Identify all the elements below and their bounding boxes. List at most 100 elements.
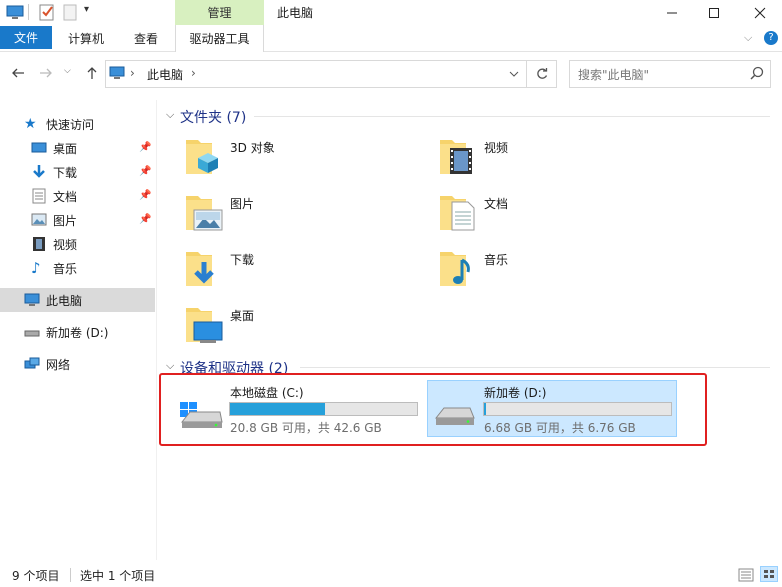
divider <box>28 4 29 20</box>
minimize-icon <box>667 12 677 13</box>
arrow-left-icon <box>12 68 24 78</box>
pin-icon[interactable]: 📌 <box>139 142 151 154</box>
nav-label: 音乐 <box>53 261 78 276</box>
nav-documents[interactable]: 文档 📌 <box>0 184 155 208</box>
divider <box>300 367 770 368</box>
nav-label: 图片 <box>53 213 78 228</box>
search-icon[interactable] <box>750 66 764 83</box>
breadcrumb-this-pc[interactable]: 此电脑 <box>147 66 183 83</box>
properties-icon[interactable] <box>38 3 56 21</box>
drive-d-name[interactable]: 新加卷 (D:) <box>484 384 546 401</box>
folder-label[interactable]: 3D 对象 <box>230 139 275 156</box>
tab-computer[interactable]: 计算机 <box>68 30 104 47</box>
folder-label[interactable]: 文档 <box>484 195 508 212</box>
network-icon <box>24 356 40 372</box>
close-button[interactable] <box>738 0 782 25</box>
computer-icon[interactable] <box>6 3 24 21</box>
nav-label: 新加卷 (D:) <box>46 325 109 340</box>
nav-label: 视频 <box>53 237 78 252</box>
forward-button[interactable] <box>37 64 55 82</box>
refresh-button[interactable] <box>527 60 557 88</box>
help-icon[interactable]: ? <box>764 31 778 45</box>
nav-music[interactable]: ♪ 音乐 <box>0 256 155 280</box>
folder-label[interactable]: 图片 <box>230 195 254 212</box>
up-button[interactable] <box>83 64 101 82</box>
drive-d-usage-bar <box>483 402 672 416</box>
desktop-icon <box>31 140 47 156</box>
nav-quick-access[interactable]: ★ 快速访问 <box>0 112 155 136</box>
arrow-up-icon <box>87 67 97 79</box>
folder-desktop-icon[interactable] <box>184 302 224 346</box>
window-title: 此电脑 <box>277 6 314 20</box>
large-icons-view-button[interactable] <box>760 566 778 582</box>
pin-icon[interactable]: 📌 <box>139 190 151 202</box>
nav-videos[interactable]: 视频 <box>0 232 155 256</box>
tiles-view-icon <box>764 570 774 578</box>
breadcrumb-separator[interactable]: › <box>130 66 135 80</box>
nav-label: 下载 <box>53 165 78 180</box>
tab-file[interactable]: 文件 <box>0 26 52 49</box>
nav-label: 此电脑 <box>46 293 83 308</box>
star-icon: ★ <box>24 116 37 132</box>
tab-view[interactable]: 查看 <box>134 30 158 47</box>
nav-label: 网络 <box>46 357 71 372</box>
recent-locations-dropdown[interactable]: ⌵ <box>64 66 71 76</box>
nav-label: 快速访问 <box>46 117 95 132</box>
folder-documents-icon[interactable] <box>438 190 478 234</box>
folder-downloads-icon[interactable] <box>184 246 224 290</box>
nav-label: 文档 <box>53 189 78 204</box>
customize-qa-dropdown[interactable]: ▾ <box>84 4 89 15</box>
collapse-chevron-icon[interactable]: ⌵ <box>166 359 174 373</box>
folder-videos-icon[interactable] <box>438 134 478 178</box>
drive-c-name[interactable]: 本地磁盘 (C:) <box>230 384 304 401</box>
pin-icon[interactable]: 📌 <box>139 166 151 178</box>
refresh-icon <box>536 68 547 79</box>
back-button[interactable] <box>9 64 27 82</box>
folders-group-header[interactable]: 文件夹 (7) <box>180 107 246 127</box>
folder-label[interactable]: 下载 <box>230 251 254 268</box>
nav-pictures[interactable]: 图片 📌 <box>0 208 155 232</box>
folder-3d-objects-icon[interactable] <box>184 134 224 178</box>
details-view-icon[interactable] <box>738 568 754 585</box>
video-icon <box>31 236 47 252</box>
nav-drive-d[interactable]: 新加卷 (D:) <box>0 320 155 344</box>
nav-this-pc[interactable]: 此电脑 <box>0 288 155 312</box>
windows-drive-icon[interactable] <box>176 394 224 433</box>
hard-drive-icon[interactable] <box>430 396 478 435</box>
maximize-icon <box>709 7 719 18</box>
context-tab-label[interactable]: 管理 <box>175 4 264 21</box>
maximize-button[interactable] <box>692 0 736 25</box>
document-icon <box>31 188 47 204</box>
pin-icon[interactable]: 📌 <box>139 214 151 226</box>
status-item-count: 9 个项目 <box>12 569 60 583</box>
nav-downloads[interactable]: 下载 📌 <box>0 160 155 184</box>
picture-icon <box>31 212 47 228</box>
folder-label[interactable]: 视频 <box>484 139 508 156</box>
status-selection: 选中 1 个项目 <box>80 569 156 583</box>
drive-d-usage-fill <box>484 403 486 415</box>
drive-c-usage-bar <box>229 402 418 416</box>
nav-desktop[interactable]: 桌面 📌 <box>0 136 155 160</box>
folder-pictures-icon[interactable] <box>184 190 224 234</box>
computer-icon <box>109 66 125 83</box>
collapse-chevron-icon[interactable]: ⌵ <box>166 108 174 122</box>
address-dropdown[interactable] <box>500 60 527 88</box>
breadcrumb-separator[interactable]: › <box>191 66 196 80</box>
new-folder-icon[interactable] <box>62 3 80 21</box>
divider <box>254 116 770 117</box>
minimize-button[interactable] <box>650 0 694 25</box>
tab-drive-tools[interactable]: 驱动器工具 <box>175 25 264 52</box>
folder-label[interactable]: 桌面 <box>230 307 254 324</box>
drive-c-usage-text: 20.8 GB 可用，共 42.6 GB <box>230 421 382 435</box>
drive-d-usage-text: 6.68 GB 可用，共 6.76 GB <box>484 421 636 435</box>
chevron-down-icon <box>509 71 518 77</box>
nav-network[interactable]: 网络 <box>0 352 155 376</box>
folder-music-icon[interactable] <box>438 246 478 290</box>
drive-c-usage-fill <box>230 403 326 415</box>
ribbon-tab-bar <box>0 25 782 52</box>
folder-label[interactable]: 音乐 <box>484 251 508 268</box>
expand-ribbon-icon[interactable]: ⌵ <box>744 31 752 45</box>
close-icon <box>754 7 766 18</box>
computer-icon <box>24 292 40 308</box>
music-icon: ♪ <box>31 259 41 277</box>
